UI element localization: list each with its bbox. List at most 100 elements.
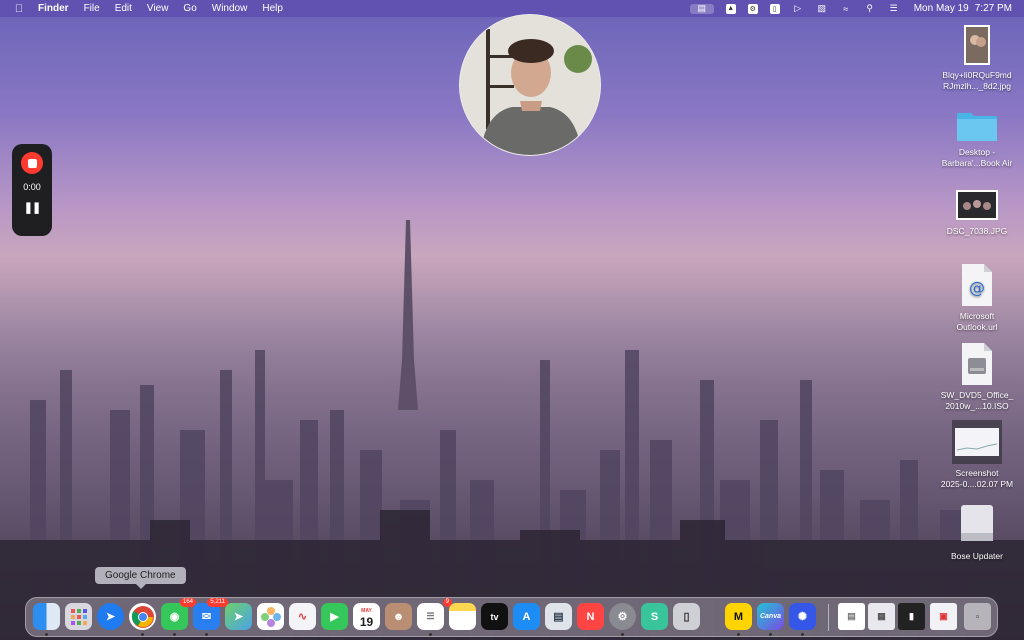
apple-menu-icon[interactable]:  [12, 3, 26, 15]
menu-edit[interactable]: Edit [115, 3, 132, 14]
desktop-item-label-line2: 2025-0....02.07 PM [940, 479, 1014, 489]
surfshark-icon[interactable]: S [641, 603, 668, 630]
webcam-overlay[interactable] [459, 14, 601, 156]
screen-recorder-widget: 0:00 ❚❚ [12, 144, 52, 236]
menu-window[interactable]: Window [212, 3, 248, 14]
desktop-item-dsc-jpg[interactable]: DSC_7038.JPG [927, 188, 1024, 237]
launchpad-grid-icon [70, 608, 87, 625]
calendar-icon[interactable]: MAY 19 [353, 603, 380, 630]
dock-tooltip: Google Chrome [95, 567, 186, 584]
wifi-icon[interactable]: ≈ [840, 4, 852, 14]
mail-icon[interactable]: ✉ 5,211 [193, 598, 228, 630]
desktop-item-label-line1: Desktop - [958, 147, 996, 157]
running-indicator [801, 633, 804, 636]
apple-tv-icon[interactable]: tv [481, 603, 508, 630]
notes-icon[interactable] [449, 603, 476, 630]
menubar-date[interactable]: Mon May 19 [914, 3, 969, 14]
control-center-icon[interactable]: ☰ [888, 3, 900, 14]
downloads-stack-icon[interactable]: ▤ [838, 603, 865, 630]
dock-tooltip-tail [136, 584, 146, 589]
running-indicator [205, 633, 208, 636]
recent-window-icon[interactable]: ▮ [898, 603, 925, 630]
app-status-icon[interactable]: ▲ [725, 3, 736, 14]
play-status-icon[interactable]: ▷ [792, 3, 804, 14]
trash-icon[interactable]: ▫ [964, 603, 991, 630]
screenshot-thumbnail-icon [952, 420, 1002, 464]
running-indicator [45, 633, 48, 636]
disk-image-icon [962, 343, 992, 385]
launchpad-icon[interactable] [65, 603, 92, 630]
gear-status-icon[interactable]: ⚙ [747, 3, 758, 14]
desktop-item-label-line1: Screenshot [955, 468, 999, 478]
miro-icon[interactable]: M [725, 603, 752, 630]
asterisk-app-icon[interactable]: ✺ [789, 603, 816, 630]
menu-app-name[interactable]: Finder [38, 3, 69, 14]
safari-icon[interactable]: ➤ [97, 603, 124, 630]
canva-icon[interactable]: Canva [757, 603, 784, 630]
image-file-icon [956, 190, 998, 220]
desktop-item-office-iso[interactable]: SW_DVD5_Office_ 2010w_...10.ISO [927, 342, 1024, 412]
screen-record-status-icon[interactable]: ▤ [689, 3, 714, 14]
pause-recording-button[interactable]: ❚❚ [24, 201, 41, 214]
folder-icon [957, 113, 997, 141]
disk-image-icon [961, 505, 993, 541]
desktop-item-label-line2: Barbara'...Book Air [941, 158, 1013, 168]
iphone-mirroring-icon[interactable]: ▯ [673, 603, 700, 630]
facetime-icon[interactable]: ▶ [321, 603, 348, 630]
finder-icon[interactable] [33, 603, 60, 630]
search-icon[interactable]: ⚲ [864, 3, 876, 14]
desktop-item-photo-jpg[interactable]: Blqy+li0RQuF9md RJmzlh..._8d2.jpg [927, 24, 1024, 92]
freeform-icon[interactable]: ∿ [289, 603, 316, 630]
running-indicator [737, 633, 740, 636]
menu-bar:  Finder File Edit View Go Window Help ▤… [0, 0, 1024, 17]
reminders-icon[interactable]: ☰ 9 [417, 598, 452, 630]
canva-label: Canva [759, 613, 781, 620]
contacts-icon[interactable]: ☻ [385, 603, 412, 630]
desktop-item-desktop-folder[interactable]: Desktop - Barbara'...Book Air [927, 107, 1024, 169]
photos-icon[interactable] [257, 603, 284, 630]
menu-view[interactable]: View [147, 3, 169, 14]
running-indicator [769, 633, 772, 636]
running-indicator [173, 633, 176, 636]
running-indicator [141, 633, 144, 636]
google-chrome-icon[interactable] [129, 603, 156, 630]
apple-tv-label: tv [490, 611, 499, 622]
preview-icon[interactable]: ▤ [545, 603, 572, 630]
recording-timer: 0:00 [23, 182, 41, 192]
menu-go[interactable]: Go [183, 3, 196, 14]
battery-icon[interactable]: ▧ [816, 3, 828, 14]
svg-text:@: @ [969, 278, 985, 297]
news-icon[interactable]: N [577, 603, 604, 630]
messages-icon[interactable]: ◉ 164 [161, 598, 196, 630]
url-file-icon: @ [962, 264, 992, 306]
desktop-item-label-line2: RJmzlh..._8d2.jpg [942, 81, 1012, 91]
desktop-item-screenshot[interactable]: Screenshot 2025-0....02.07 PM [927, 420, 1024, 490]
stop-recording-button[interactable] [21, 152, 43, 174]
chrome-logo-icon [131, 605, 154, 628]
menu-help[interactable]: Help [262, 3, 283, 14]
desktop-item-label-line1: DSC_7038.JPG [946, 226, 1008, 236]
photos-flower-icon [260, 606, 281, 627]
desktop-item-outlook-url[interactable]: @ Microsoft Outlook.url [927, 263, 1024, 333]
desktop-item-label-line1: SW_DVD5_Office_ [940, 390, 1014, 400]
maps-icon[interactable]: ➤ [225, 603, 252, 630]
image-file-icon [964, 25, 990, 65]
desktop-item-label-line1: Bose Updater [951, 551, 1003, 561]
desktop-item-label-line1: Microsoft [959, 311, 995, 321]
desktop-item-label-line2: Outlook.url [956, 322, 998, 332]
recent-file-icon[interactable]: ▣ [930, 603, 957, 630]
menu-file[interactable]: File [84, 3, 100, 14]
recent-document-icon[interactable]: ▦ [868, 603, 895, 630]
stop-icon [27, 158, 37, 168]
desktop-item-label-line2: 2010w_...10.ISO [945, 401, 1009, 411]
desktop-item-bose-updater[interactable]: Bose Updater [927, 503, 1024, 562]
phone-status-icon[interactable]: ▯ [769, 3, 780, 14]
app-store-icon[interactable]: A [513, 603, 540, 630]
dock: ➤ ◉ 164 ✉ 5,211 ➤ ∿ ▶ MAY 19 ☻ ☰ 9 tv A … [25, 597, 998, 637]
dock-separator [828, 604, 829, 631]
desktop-item-label-line1: Blqy+li0RQuF9md [942, 70, 1012, 80]
menubar-time[interactable]: 7:27 PM [975, 3, 1012, 14]
system-settings-icon[interactable]: ⚙ [609, 603, 636, 630]
running-indicator [429, 633, 432, 636]
webcam-person-image [460, 15, 600, 155]
